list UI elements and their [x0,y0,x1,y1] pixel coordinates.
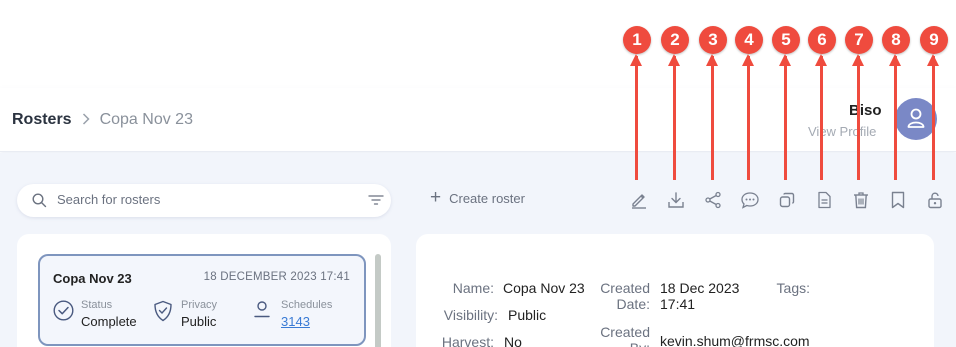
harvest-value: No [504,334,522,347]
duplicate-icon[interactable] [776,189,798,211]
harvest-label: Harvest: [441,334,494,347]
name-label: Name: [452,280,494,296]
privacy-value: Public [181,314,217,329]
created-by-value: kevin.shum@frmsc.com [660,333,810,347]
comment-icon[interactable] [739,189,761,211]
check-circle-icon [53,300,74,321]
callout-arrow [889,54,901,180]
trash-icon[interactable] [850,189,872,211]
callout-3: 3 [699,0,727,180]
roster-card-title: Copa Nov 23 [53,271,132,286]
status-value: Complete [81,314,137,329]
callout-1: 1 [623,0,651,180]
status-label: Status [81,299,113,311]
bookmark-icon[interactable] [887,189,909,211]
search-bar [17,184,391,217]
callout-6: 6 [808,0,836,180]
callout-arrow [779,54,791,180]
callout-badge: 3 [699,26,727,54]
search-icon [32,193,47,208]
document-icon[interactable] [813,189,835,211]
create-roster-label: Create roster [449,190,525,206]
avatar[interactable] [895,98,937,140]
callout-badge: 1 [623,26,651,54]
unlock-icon[interactable] [924,189,946,211]
roster-card-date: 18 DECEMBER 2023 17:41 [203,271,350,283]
callout-2: 2 [661,0,689,180]
filter-icon[interactable] [368,194,384,206]
callout-arrow [668,54,680,180]
callout-arrow [742,54,754,180]
user-icon [907,108,925,128]
callout-badge: 8 [882,26,910,54]
search-input[interactable] [57,192,357,207]
callout-5: 5 [772,0,800,180]
chevron-right-icon [82,112,90,128]
list-scrollbar[interactable] [375,254,381,347]
edit-icon[interactable] [628,189,650,211]
user-icon [254,301,270,318]
shield-check-icon [154,300,172,322]
privacy-label: Privacy [181,299,218,311]
schedules-link[interactable]: 3143 [281,314,310,329]
plus-icon: + [430,187,442,208]
callout-badge: 2 [661,26,689,54]
callout-arrow [815,54,827,180]
callout-arrow [706,54,718,180]
callout-7: 7 [845,0,873,180]
callout-8: 8 [882,0,910,180]
callout-badge: 9 [920,26,948,54]
visibility-label: Visibility: [443,307,498,323]
roster-card[interactable]: Copa Nov 23 18 DECEMBER 2023 17:41 Statu… [38,254,366,346]
callout-badge: 7 [845,26,873,54]
callout-arrow [630,54,642,180]
breadcrumb-rosters-link[interactable]: Rosters [12,111,72,129]
view-profile-link[interactable]: View Profile [808,124,876,139]
name-value: Copa Nov 23 [503,280,585,296]
callout-4: 4 [735,0,763,180]
created-by-label: Created By: [600,324,650,347]
created-date-value: 18 Dec 2023 17:41 [660,280,740,312]
callout-arrow [852,54,864,180]
download-icon[interactable] [665,189,687,211]
share-icon[interactable] [702,189,724,211]
callout-badge: 5 [772,26,800,54]
breadcrumb: Rosters Copa Nov 23 [12,111,193,129]
tags-label: Tags: [776,280,810,296]
user-name: Biso [849,102,882,119]
breadcrumb-current: Copa Nov 23 [99,111,193,128]
callout-9: 9 [920,0,948,180]
created-date-label: Created Date: [600,280,650,312]
visibility-value: Public [508,307,547,323]
schedules-label: Schedules [281,299,333,311]
callout-badge: 6 [808,26,836,54]
create-roster-button[interactable]: + Create roster [430,187,525,208]
callout-arrow [927,54,939,180]
callout-badge: 4 [735,26,763,54]
